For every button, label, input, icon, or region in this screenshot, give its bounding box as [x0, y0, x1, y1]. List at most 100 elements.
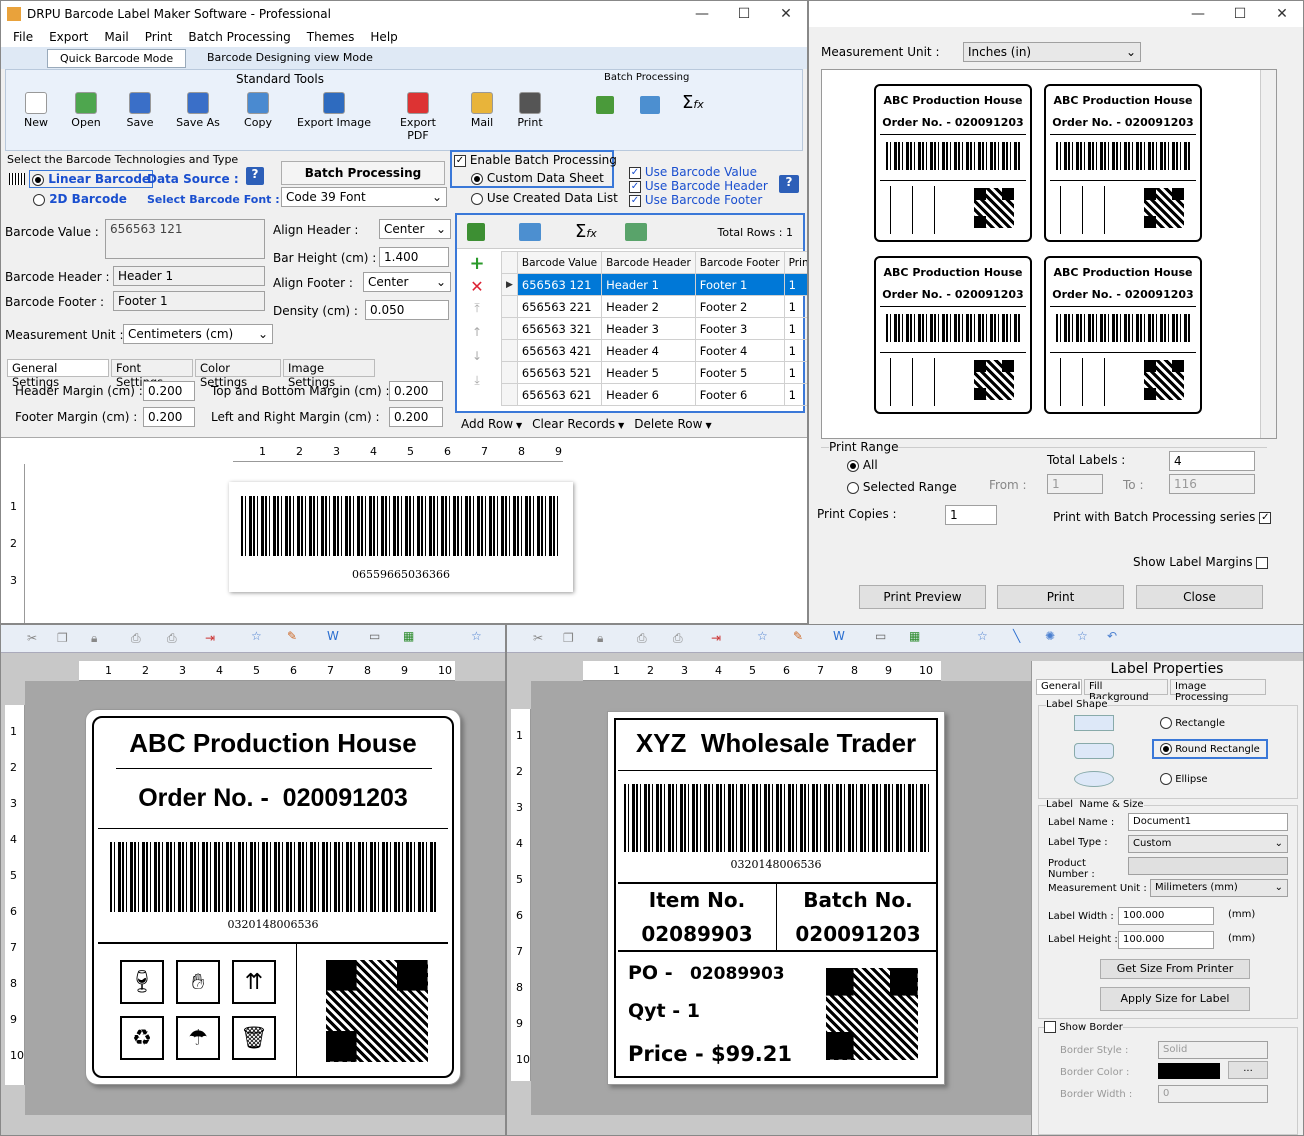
properties-tab[interactable]: Image Processing	[1170, 679, 1266, 703]
get-size-button[interactable]: Get Size From Printer	[1100, 959, 1250, 979]
properties-tab[interactable]: General	[1036, 679, 1082, 695]
align-header-select[interactable]: Center ⌄	[379, 219, 451, 239]
maximize-icon[interactable]: ☐	[1219, 1, 1261, 27]
add-row-icon[interactable]: +	[465, 253, 489, 277]
all-radio[interactable]: All	[847, 458, 878, 472]
props-unit-select[interactable]: Milimeters (mm) ⌄	[1150, 879, 1288, 897]
settings-tab[interactable]: Image Settings	[283, 359, 375, 389]
use-footer-checkbox[interactable]: ✓ Use Barcode Footer	[629, 193, 762, 207]
undo-icon[interactable]: ↶	[1107, 629, 1117, 643]
exit-icon[interactable]: ⇥	[205, 631, 215, 645]
table-row[interactable]: ▶ 656563 121 Header 1 Footer 11	[501, 273, 807, 296]
label-name-input[interactable]: Document1	[1128, 813, 1288, 831]
grid-cell[interactable]: 1	[783, 361, 807, 384]
align-footer-select[interactable]: Center ⌄	[363, 272, 451, 292]
grid-column-header[interactable]: Print Quantity	[783, 251, 807, 274]
export-icon[interactable]	[625, 223, 647, 241]
grid-cell[interactable]: 656563 421	[516, 339, 603, 362]
batch-processing-button[interactable]: Batch Processing	[281, 161, 445, 185]
grid-cell[interactable]: 1	[783, 339, 807, 362]
border-color-swatch[interactable]	[1158, 1063, 1220, 1079]
footer-input[interactable]: Footer 1	[113, 291, 265, 311]
menu-item[interactable]: Help	[370, 30, 397, 44]
properties-tab[interactable]: Fill Background	[1084, 679, 1168, 703]
footer-margin-input[interactable]: 0.200	[143, 407, 195, 427]
table-row[interactable]: 656563 621 Header 6 Footer 61	[501, 383, 807, 406]
star-icon[interactable]: ☆	[757, 629, 768, 643]
tool-open[interactable]: Open	[56, 92, 116, 129]
show-border-checkbox[interactable]: Show Border	[1044, 1021, 1123, 1033]
batch-formula-icon[interactable]: Σfx	[682, 92, 704, 113]
use-header-checkbox[interactable]: ✓ Use Barcode Header	[629, 179, 768, 193]
move-down-icon[interactable]: ↓	[465, 349, 489, 373]
help-icon[interactable]: ?	[246, 167, 264, 185]
grid-action-button[interactable]: Add Row ▼	[461, 417, 522, 431]
created-list-radio[interactable]: Use Created Data List	[471, 191, 618, 205]
print-preview-icon[interactable]: ⎙	[167, 631, 177, 646]
copy-icon[interactable]: ❐	[57, 631, 68, 645]
header-input[interactable]: Header 1	[113, 266, 265, 286]
selected-range-radio[interactable]: Selected Range	[847, 480, 957, 494]
ellipse-radio[interactable]: Ellipse	[1160, 773, 1208, 785]
total-labels-input[interactable]: 4	[1169, 451, 1255, 471]
tool-export-image[interactable]: Export Image	[294, 92, 374, 129]
barcode-font-select[interactable]: Code 39 Font ⌄	[281, 187, 447, 207]
to-input[interactable]: 116	[1169, 474, 1255, 494]
grid-cell[interactable]: Header 3	[601, 317, 696, 340]
table-row[interactable]: 656563 321 Header 3 Footer 31	[501, 317, 807, 340]
use-value-checkbox[interactable]: ✓ Use Barcode Value	[629, 165, 757, 179]
settings-tab[interactable]: Font Settings	[111, 359, 193, 389]
grid-cell[interactable]: Footer 2	[694, 295, 785, 318]
close-icon[interactable]: ✕	[765, 1, 807, 27]
grid-cell[interactable]: 1	[783, 295, 807, 318]
grid-cell[interactable]: Footer 3	[694, 317, 785, 340]
batch-excel-icon[interactable]	[596, 96, 614, 114]
pencil-icon[interactable]: ✎	[793, 629, 803, 643]
menu-item[interactable]: Batch Processing	[188, 30, 290, 44]
lock-icon[interactable]: 🔒︎	[597, 631, 603, 646]
help-icon[interactable]: ?	[779, 175, 799, 193]
tool-export-pdf[interactable]: Export PDF	[388, 92, 448, 142]
menu-item[interactable]: Export	[49, 30, 88, 44]
border-style-select[interactable]: Solid	[1158, 1041, 1268, 1059]
close-icon[interactable]: ✕	[1261, 1, 1303, 27]
rectangle-radio[interactable]: Rectangle	[1160, 717, 1225, 729]
settings-tab[interactable]: Color Settings	[195, 359, 281, 389]
tool-save[interactable]: Save	[110, 92, 170, 129]
menu-item[interactable]: Mail	[104, 30, 128, 44]
grid-cell[interactable]: 656563 621	[516, 383, 603, 406]
table-row[interactable]: 656563 521 Header 5 Footer 51	[501, 361, 807, 384]
cut-icon[interactable]: ✂	[27, 631, 37, 645]
shape-icon[interactable]: ▭	[875, 629, 886, 643]
grid-cell[interactable]: Footer 4	[694, 339, 785, 362]
tb-margin-input[interactable]: 0.200	[389, 381, 443, 401]
tab-quick-barcode[interactable]: Quick Barcode Mode	[47, 49, 187, 68]
grid-cell[interactable]: 1	[783, 317, 807, 340]
grid-column-header[interactable]: Barcode Header	[601, 251, 696, 274]
shape-icon[interactable]: ▭	[369, 629, 380, 643]
excel-icon[interactable]	[467, 223, 485, 241]
print-icon[interactable]: ⎙	[131, 631, 141, 646]
star-outline-icon[interactable]: ☆	[471, 629, 482, 643]
star-icon[interactable]: ☆	[251, 629, 262, 643]
grid-cell[interactable]: Header 1	[601, 273, 696, 296]
show-margins-checkbox[interactable]: Show Label Margins	[1133, 555, 1269, 569]
from-input[interactable]: 1	[1047, 474, 1103, 494]
grid-cell[interactable]: Footer 5	[694, 361, 785, 384]
tool-save-as[interactable]: Save As	[168, 92, 228, 129]
grid-cell[interactable]: Header 4	[601, 339, 696, 362]
2d-barcode-option[interactable]: 2D Barcode	[33, 192, 127, 206]
product-number-select[interactable]	[1128, 857, 1288, 875]
grid-cell[interactable]: Footer 6	[694, 383, 785, 406]
move-top-icon[interactable]: ⤒	[465, 301, 489, 325]
height-input[interactable]: 100.000	[1118, 931, 1214, 949]
menu-item[interactable]: Themes	[307, 30, 355, 44]
table-row[interactable]: 656563 221 Header 2 Footer 21	[501, 295, 807, 318]
grid-cell[interactable]: Header 5	[601, 361, 696, 384]
image-icon[interactable]: ▦	[403, 629, 414, 643]
grid-cell[interactable]: Footer 1	[694, 273, 785, 296]
linear-barcode-option[interactable]: Linear Barcode	[29, 170, 154, 188]
copies-input[interactable]: 1	[945, 505, 997, 525]
print-unit-select[interactable]: Inches (in) ⌄	[963, 42, 1141, 62]
barcode-value-input[interactable]: 656563 121	[105, 219, 265, 259]
